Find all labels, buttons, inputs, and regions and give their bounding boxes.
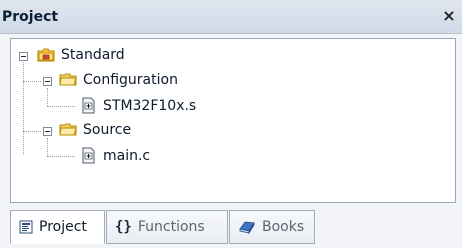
file-icon <box>82 97 95 114</box>
tab-functions-label: Functions <box>137 219 205 235</box>
tree-line-config-file <box>47 106 75 107</box>
folder-root-icon <box>37 48 55 62</box>
project-window: Project × Standard Configuration STM32F1… <box>0 0 462 248</box>
tree-line-config <box>23 81 41 82</box>
tree-item-configuration[interactable]: Configuration <box>83 71 178 89</box>
folder-open-icon <box>59 73 77 86</box>
tree-expander-configuration[interactable] <box>43 77 52 86</box>
tree-line-source <box>23 131 41 132</box>
tab-functions[interactable]: {} Functions <box>106 210 228 244</box>
tree-item-source[interactable]: Source <box>83 121 131 139</box>
window-title: Project <box>2 9 59 25</box>
project-tree: Standard Configuration STM32F10x.s Sourc… <box>10 38 456 203</box>
close-icon[interactable]: × <box>440 7 458 25</box>
file-icon <box>82 147 95 164</box>
tree-expander-standard[interactable] <box>19 52 28 61</box>
tab-project[interactable]: Project <box>10 210 105 244</box>
folder-open-icon <box>59 123 77 136</box>
books-icon <box>239 221 255 235</box>
tree-line-source-child <box>47 138 48 156</box>
tree-line-root <box>23 55 24 155</box>
project-tab-icon <box>19 220 33 234</box>
tree-line-source-file <box>47 156 75 157</box>
tab-books-label: Books <box>262 219 305 235</box>
title-bar: Project × <box>0 0 462 34</box>
tab-project-label: Project <box>39 219 87 235</box>
braces-icon: {} <box>115 219 132 235</box>
tree-expander-source[interactable] <box>43 127 52 136</box>
tab-books[interactable]: Books <box>229 210 315 244</box>
tab-bar: Project {} Functions Books <box>10 210 456 244</box>
tree-item-main-c[interactable]: main.c <box>103 147 150 165</box>
tree-item-stm32f10x[interactable]: STM32F10x.s <box>103 97 196 115</box>
tree-item-standard[interactable]: Standard <box>61 46 125 64</box>
tree-line-config-child <box>47 88 48 106</box>
